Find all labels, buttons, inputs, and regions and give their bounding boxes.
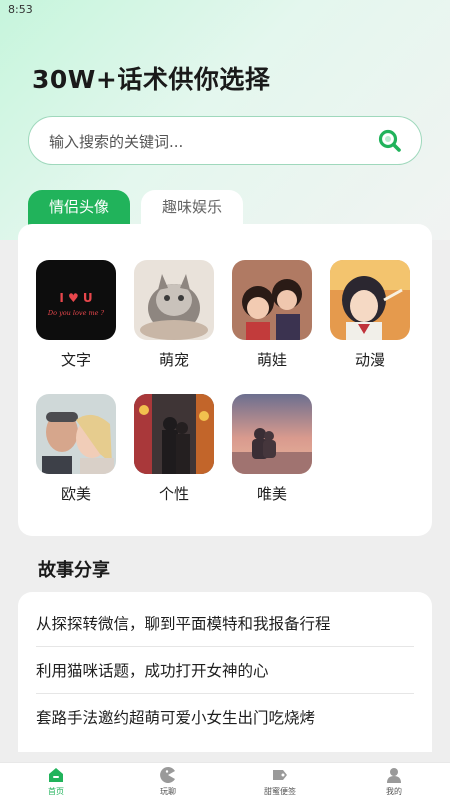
nav-sweet-notes[interactable]: 甜蜜便签 [240,766,320,797]
search-input[interactable]: 输入搜索的关键词... [28,116,422,165]
story-item[interactable]: 从探探转微信，聊到平面模特和我报备行程 [36,601,414,647]
nav-label: 甜蜜便签 [264,787,296,796]
category-label: 个性 [158,485,189,503]
story-section-title: 故事分享 [38,560,110,581]
category-label: 动漫 [354,351,385,369]
category-western[interactable]: 欧美 [36,394,116,504]
story-item[interactable]: 套路手法邀约超萌可爱小女生出门吃烧烤 [36,695,414,741]
category-kids[interactable]: 萌娃 [232,260,312,370]
nav-label: 玩聊 [160,787,176,796]
category-label: 文字 [60,351,91,369]
category-label: 萌娃 [256,351,287,369]
category-aesthetic[interactable]: 唯美 [232,394,312,504]
category-label: 欧美 [60,485,91,503]
bottom-navigation: 首页 玩聊 甜蜜便签 我的 [0,762,450,800]
story-item[interactable]: 利用猫咪话题，成功打开女神的心 [36,648,414,694]
nav-label: 首页 [48,787,64,796]
search-icon[interactable] [377,128,403,154]
search-placeholder: 输入搜索的关键词... [49,133,184,151]
category-anime-image [330,260,410,340]
category-aesthetic-image [232,394,312,474]
category-label: 萌宠 [158,351,189,369]
category-western-image [36,394,116,474]
category-pets-image [134,260,214,340]
category-unique[interactable]: 个性 [134,394,214,504]
nav-chat[interactable]: 玩聊 [128,766,208,797]
status-time: 8:53 [8,3,33,16]
category-label: 唯美 [256,485,287,503]
avatar-category-grid: I ♥ U Do you love me ? 文字 萌宠 萌娃 动漫 欧美 个性… [18,224,432,536]
tag-icon [273,770,287,780]
category-pets[interactable]: 萌宠 [134,260,214,370]
tab-couple-avatars[interactable]: 情侣头像 [28,190,130,226]
category-text-image: I ♥ U Do you love me ? [36,260,116,340]
person-icon [387,768,401,783]
thumb-text-line1: I ♥ U [59,291,92,305]
thumb-text-line2: Do you love me ? [47,309,105,317]
category-anime[interactable]: 动漫 [330,260,410,370]
category-unique-image [134,394,214,474]
pacman-icon [160,767,175,783]
story-list: 从探探转微信，聊到平面模特和我报备行程 利用猫咪话题，成功打开女神的心 套路手法… [18,592,432,752]
category-text[interactable]: I ♥ U Do you love me ? 文字 [36,260,116,370]
tab-fun-entertainment[interactable]: 趣味娱乐 [141,190,243,226]
category-kids-image [232,260,312,340]
home-icon [49,768,63,782]
status-bar: 8:53 [0,0,450,22]
nav-home[interactable]: 首页 [16,766,96,797]
page-headline: 30W+话术供你选择 [32,65,271,94]
nav-profile[interactable]: 我的 [354,766,434,797]
nav-label: 我的 [386,787,402,796]
